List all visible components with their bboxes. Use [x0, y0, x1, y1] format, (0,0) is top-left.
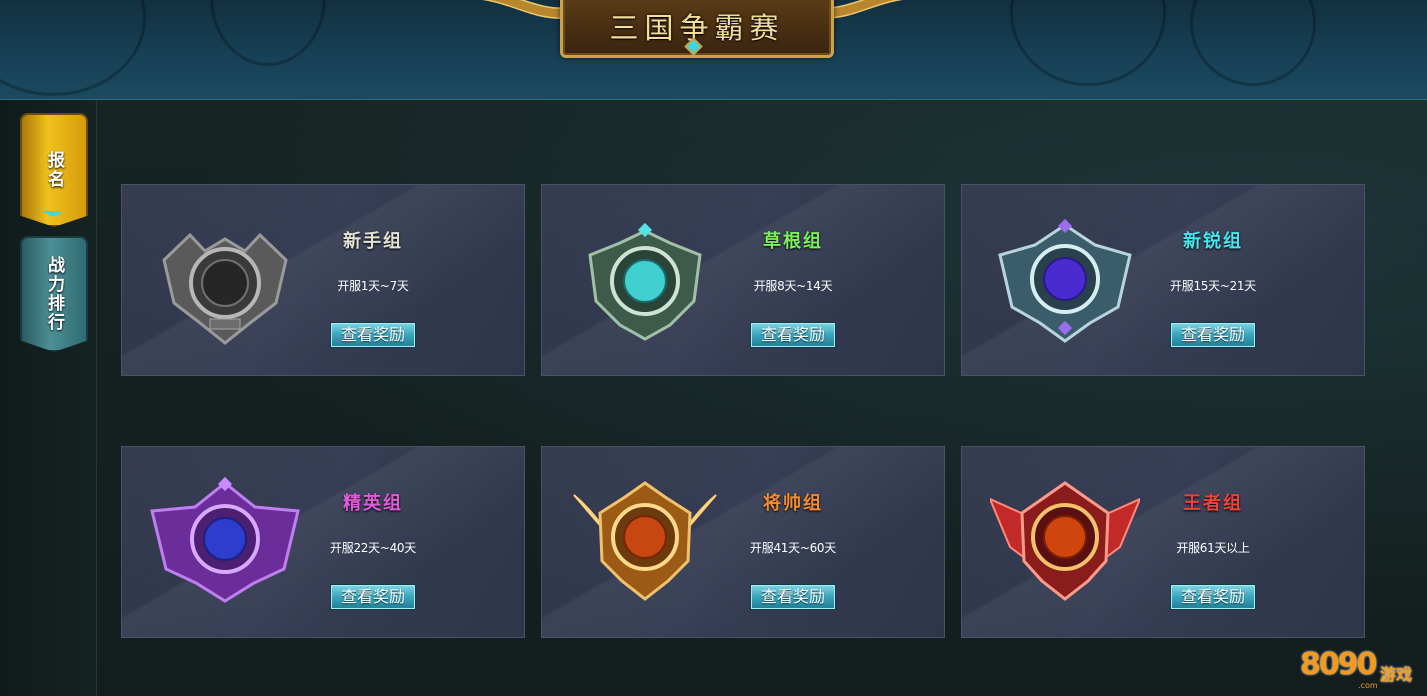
group-name: 新锐组 — [1183, 231, 1243, 252]
group-card-rising: 新锐组 开服15天~21天 查看奖励 — [961, 184, 1365, 376]
group-card-grassroots: 草根组 开服8天~14天 查看奖励 — [541, 184, 945, 376]
group-name: 新手组 — [343, 231, 403, 252]
stone-emblem-icon — [162, 232, 288, 345]
group-name: 将帅组 — [763, 493, 823, 514]
group-period: 开服22天~40天 — [330, 541, 416, 555]
jade-emblem-icon — [588, 222, 702, 341]
sapphire-emblem-icon — [998, 218, 1132, 343]
group-period: 开服15天~21天 — [1170, 279, 1256, 293]
group-card-general: 将帅组 开服41天~60天 查看奖励 — [541, 446, 945, 638]
view-rewards-button[interactable]: 查看奖励 — [1170, 584, 1256, 610]
group-name: 王者组 — [1183, 493, 1243, 514]
group-period: 开服1天~7天 — [337, 279, 409, 293]
group-name: 草根组 — [763, 231, 823, 252]
view-rewards-button[interactable]: 查看奖励 — [750, 584, 836, 610]
tab-signup[interactable]: 报名 — [20, 113, 88, 227]
gold-emblem-icon — [573, 481, 717, 601]
active-indicator-icon — [42, 211, 64, 217]
view-rewards-button[interactable]: 查看奖励 — [750, 322, 836, 348]
view-rewards-button[interactable]: 查看奖励 — [330, 322, 416, 348]
view-rewards-button[interactable]: 查看奖励 — [330, 584, 416, 610]
tab-power-ranking-label: 战力排行 — [44, 256, 64, 332]
logo-suffix: .com — [1358, 681, 1378, 690]
logo-digits: 8090 — [1300, 647, 1377, 682]
amethyst-emblem-icon — [150, 477, 300, 603]
group-period: 开服8天~14天 — [753, 279, 833, 293]
ruby-emblem-icon — [990, 481, 1140, 601]
group-card-novice: 新手组 开服1天~7天 查看奖励 — [121, 184, 525, 376]
group-period: 开服41天~60天 — [750, 541, 836, 555]
view-rewards-button[interactable]: 查看奖励 — [1170, 322, 1256, 348]
tab-power-ranking[interactable]: 战力排行 — [20, 236, 88, 352]
site-logo: 8090 游戏 .com — [1300, 641, 1420, 693]
group-card-elite: 精英组 开服22天~40天 查看奖励 — [121, 446, 525, 638]
tab-signup-label: 报名 — [44, 151, 64, 189]
group-card-king: 王者组 开服61天以上 查看奖励 — [961, 446, 1365, 638]
group-name: 精英组 — [343, 493, 403, 514]
logo-word: 游戏 — [1380, 665, 1413, 684]
group-period: 开服61天以上 — [1176, 541, 1250, 555]
top-banner: 三国争霸赛 — [0, 0, 1427, 100]
